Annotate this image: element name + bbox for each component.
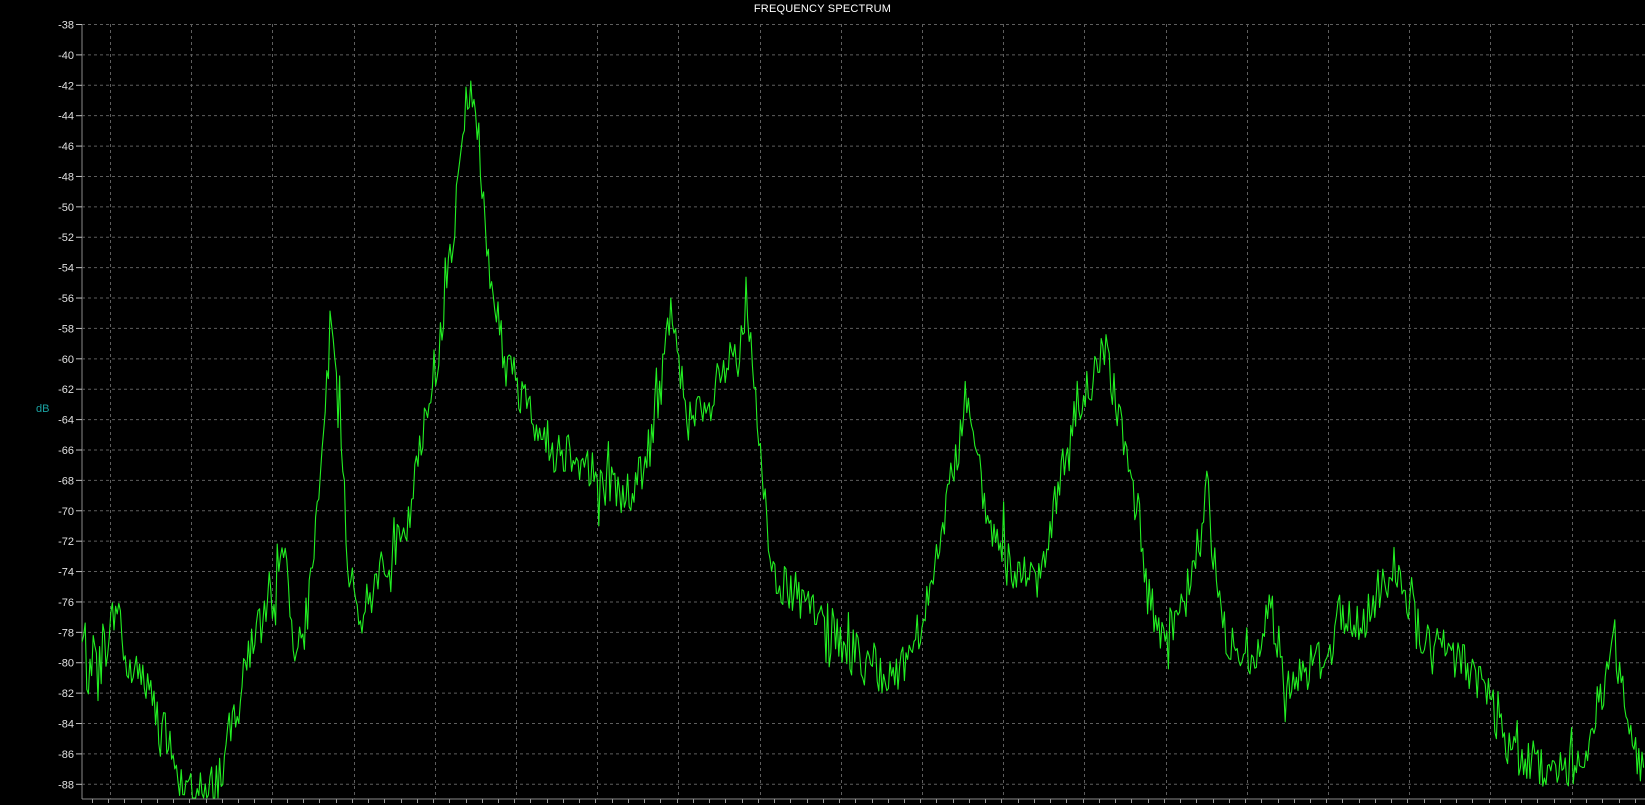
y-tick-label: -64 <box>58 415 74 427</box>
spectrum-chart: -38 -40 -42 -44 -46 -48 -50 -52 -54 -56 -58 -60 -62 -… <box>58 20 1645 803</box>
y-tick-label: -80 <box>58 658 74 670</box>
y-tick-label: -62 <box>58 384 74 396</box>
chart-title: FREQUENCY SPECTRUM <box>753 3 892 15</box>
y-axis-label: dB <box>36 403 50 415</box>
y-tick-label: -56 <box>58 293 74 305</box>
y-tick-label: -82 <box>58 688 74 700</box>
y-tick-label: -68 <box>58 475 74 487</box>
y-tick-label: -50 <box>58 202 74 214</box>
y-tick-label: -86 <box>58 749 74 761</box>
y-tick-label: -60 <box>58 354 74 366</box>
y-tick-label: -58 <box>58 323 74 335</box>
y-tick-label: -74 <box>58 567 74 579</box>
y-tick-label: -46 <box>58 141 74 153</box>
y-tick-label: -84 <box>58 719 74 731</box>
y-tick-label: -76 <box>58 597 74 609</box>
y-tick-label: -52 <box>58 232 74 244</box>
x-axis-ticks <box>92 799 1636 803</box>
y-tick-label: -88 <box>58 779 74 791</box>
y-tick-label: -66 <box>58 445 74 457</box>
y-tick-label: -42 <box>58 80 74 92</box>
y-tick-label: -54 <box>58 263 74 275</box>
y-tick-label: -48 <box>58 171 74 183</box>
y-tick-label: -78 <box>58 627 74 639</box>
y-tick-label: -70 <box>58 506 74 518</box>
y-tick-label: -44 <box>58 111 74 123</box>
y-axis-ticks: -38 -40 -42 -44 -46 -48 -50 -52 -54 -56 -58 -60 -62 -… <box>58 20 82 791</box>
y-tick-label: -38 <box>58 20 74 32</box>
y-tick-label: -40 <box>58 50 74 62</box>
y-tick-label: -72 <box>58 536 74 548</box>
